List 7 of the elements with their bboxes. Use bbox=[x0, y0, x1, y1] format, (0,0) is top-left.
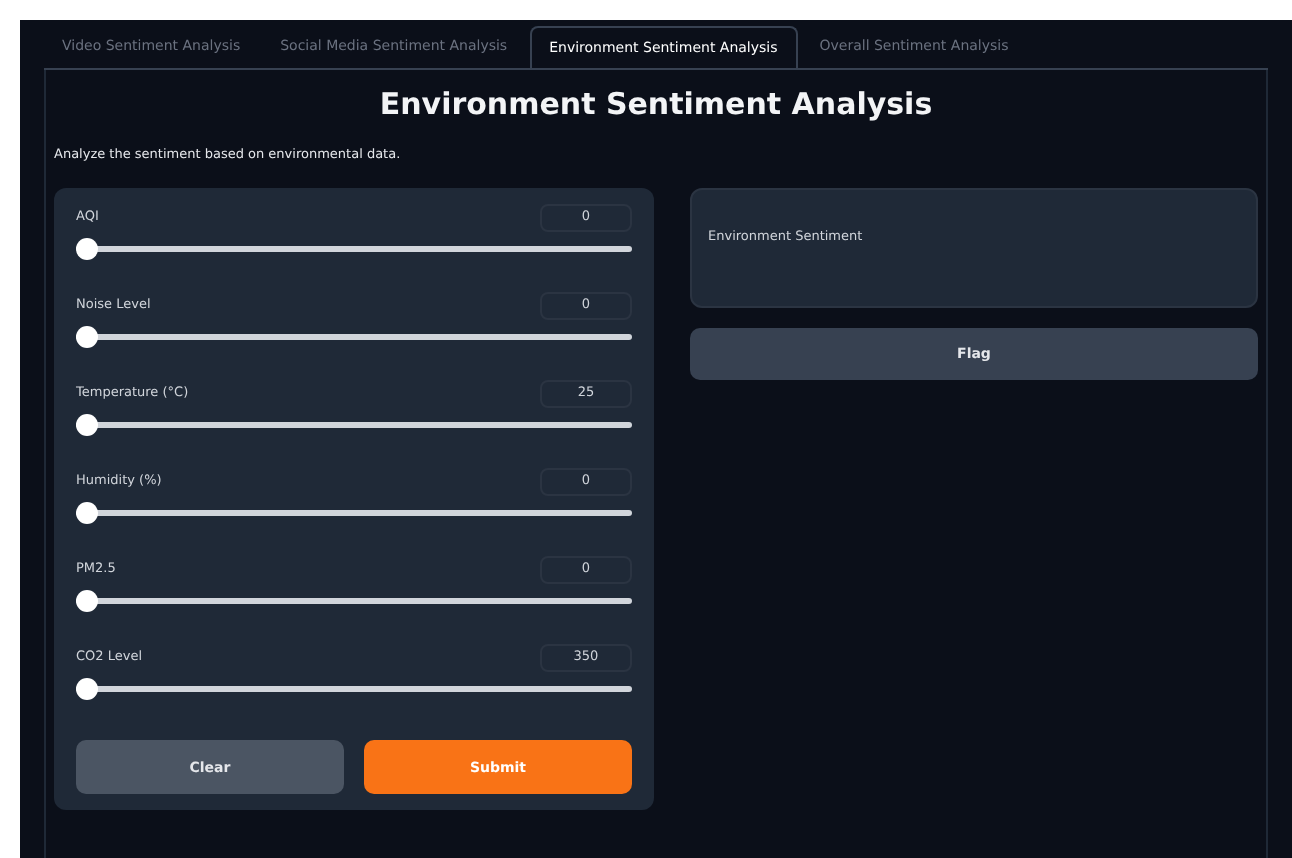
slider-thumb[interactable] bbox=[76, 678, 98, 701]
slider-thumb[interactable] bbox=[76, 590, 98, 613]
slider-thumb[interactable] bbox=[76, 502, 98, 525]
slider-thumb[interactable] bbox=[76, 238, 98, 261]
page-title: Environment Sentiment Analysis bbox=[377, 84, 935, 126]
slider-thumb[interactable] bbox=[76, 326, 98, 349]
slider-thumb[interactable] bbox=[76, 414, 98, 437]
